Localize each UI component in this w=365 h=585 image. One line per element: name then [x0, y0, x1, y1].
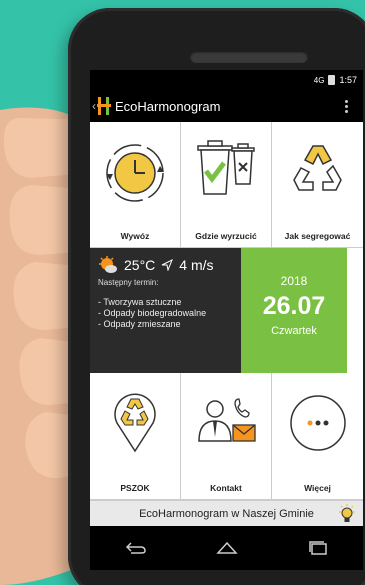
list-item: - Tworzywa sztuczne [98, 297, 182, 307]
tile-label: Gdzie wyrzucić [195, 231, 257, 241]
wind-speed: 4 m/s [179, 257, 214, 273]
next-date-box[interactable]: 2018 26.07 Czwartek [241, 248, 347, 373]
status-bar: 4G 1:57 [90, 70, 363, 90]
next-date-label: Następny termin: [98, 278, 159, 287]
temperature: 25°C [124, 257, 156, 273]
date-day-month: 26.07 [262, 292, 326, 320]
home-icon[interactable] [215, 541, 238, 555]
list-item: - Odpady biodegradowalne [98, 308, 207, 318]
status-time: 1:57 [339, 75, 357, 85]
phone-speaker [190, 51, 308, 63]
app-bar: ‹ EcoHarmonogram [90, 92, 363, 120]
tile-gdzie-wyrzucic[interactable]: Gdzie wyrzucić [181, 122, 272, 248]
tile-label: PSZOK [120, 483, 150, 493]
tile-label: Jak segregować [284, 231, 351, 241]
app-logo-icon [97, 97, 111, 115]
tile-wywoz[interactable]: Wywóz [90, 122, 181, 248]
tile-label: Kontakt [210, 483, 242, 493]
footer-bar[interactable]: EcoHarmonogram w Naszej Gminie [90, 500, 363, 526]
weather-row: 25°C 4 m/s [98, 256, 233, 274]
wind-direction-icon [162, 259, 174, 271]
recents-icon[interactable] [307, 541, 329, 555]
app-title: EcoHarmonogram [115, 98, 221, 114]
date-year: 2018 [280, 274, 308, 288]
recycle-arrows-icon [292, 145, 342, 191]
more-dots-icon [289, 395, 346, 451]
list-item: - Odpady zmieszane [98, 319, 181, 329]
waste-list: - Tworzywa sztuczne - Odpady biodegradow… [98, 297, 233, 330]
tile-label: Wywóz [120, 231, 150, 241]
sun-cloud-icon [99, 256, 117, 273]
tile-pszok[interactable]: PSZOK [90, 373, 181, 500]
overflow-menu-icon[interactable] [339, 99, 353, 113]
battery-icon [328, 75, 336, 85]
back-icon[interactable] [125, 541, 147, 555]
tile-wiecej[interactable]: Więcej [272, 373, 363, 500]
chevron-left-icon[interactable]: ‹ [92, 99, 96, 113]
divider-strip [347, 248, 363, 373]
date-weekday: Czwartek [271, 325, 317, 337]
lightbulb-icon [339, 504, 355, 522]
phone-screen: 4G 1:57 ‹ EcoHarmonogram Wywóz Gdzie wyr… [90, 70, 363, 570]
tile-label: Więcej [304, 483, 331, 493]
trash-bins-icon [197, 140, 255, 195]
tile-kontakt[interactable]: Kontakt [181, 373, 272, 500]
signal-indicator: 4G [313, 75, 325, 85]
nav-bar [90, 526, 363, 570]
tile-jak-segregowac[interactable]: Jak segregować [272, 122, 363, 248]
location-recycle-icon [114, 393, 156, 453]
clock-recycle-icon [106, 144, 164, 202]
footer-text: EcoHarmonogram w Naszej Gminie [139, 507, 314, 520]
weather-panel: 25°C 4 m/s Następny termin: - Tworzywa s… [90, 248, 241, 373]
contact-person-icon [198, 398, 256, 442]
